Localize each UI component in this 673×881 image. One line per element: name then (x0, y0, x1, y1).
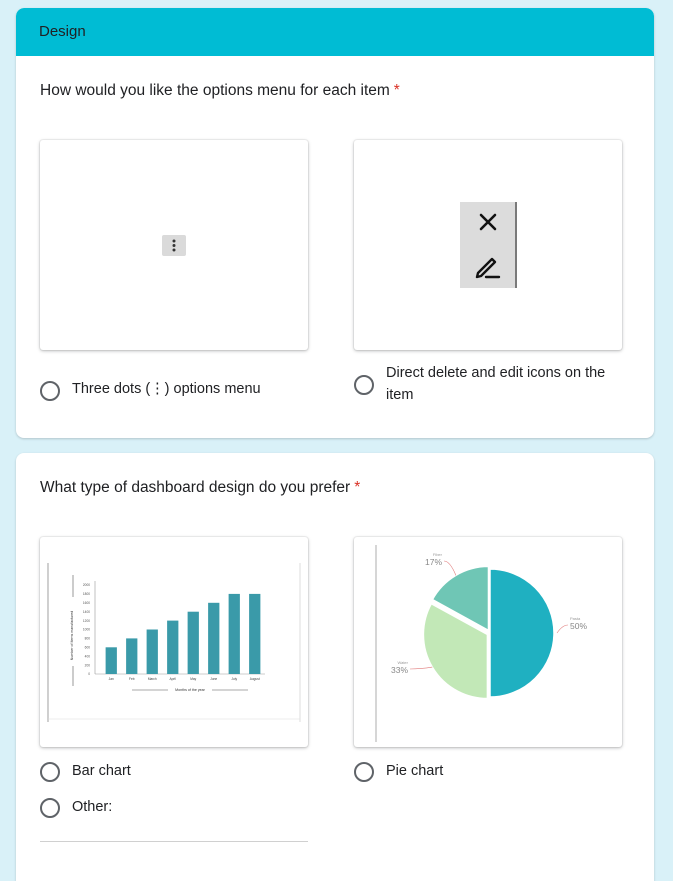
x-tick-label: March (148, 677, 157, 681)
bar-chart: 0 200 400 600 800 1000 1200 1400 1600 1800 2000 Jan… (47, 563, 301, 722)
option-label-other: Other: (72, 799, 113, 815)
section-title: Design (39, 23, 86, 40)
required-marker: * (354, 479, 361, 496)
option-label-pie-chart: Pie chart (386, 763, 444, 779)
bar (228, 593, 240, 674)
y-tick-label: 600 (85, 646, 91, 650)
x-tick-label: August (250, 677, 260, 681)
y-axis-title: Number of Items manufactured (70, 611, 74, 661)
bar (167, 620, 179, 674)
y-tick-label: 2000 (83, 583, 90, 587)
y-tick-label: 1000 (83, 628, 90, 632)
y-tick-label: 200 (85, 663, 91, 667)
y-tick-label: 1400 (83, 610, 90, 614)
bar (249, 593, 261, 674)
bar (187, 611, 199, 674)
radio-other[interactable] (40, 798, 60, 818)
pie-slice (489, 568, 555, 698)
icon-panel (460, 202, 517, 288)
option-image-three-dots[interactable] (40, 140, 308, 350)
required-marker: * (393, 82, 400, 99)
x-tick-label: Jan (109, 677, 114, 681)
x-tick-label: April (170, 677, 177, 681)
pencil-icon (475, 257, 501, 279)
y-tick-label: 0 (88, 672, 90, 676)
pie-slice-value: 17% (425, 557, 442, 567)
option-label-three-dots: Three dots (⋮) options menu (72, 381, 261, 397)
y-tick-label: 1600 (83, 601, 90, 605)
x-tick-label: June (210, 677, 217, 681)
radio-bar-chart[interactable] (40, 762, 60, 782)
question-title-dashboard-design: What type of dashboard design do you pre… (40, 479, 361, 496)
radio-delete-edit-icons[interactable] (354, 375, 374, 395)
radio-three-dots[interactable] (40, 381, 60, 401)
x-tick-label: Feb (129, 677, 135, 681)
option-image-bar-chart[interactable]: 0 200 400 600 800 1000 1200 1400 1600 1800 2000 Jan… (40, 537, 308, 747)
other-text-input[interactable] (40, 841, 308, 842)
pie-leader-line (556, 624, 569, 634)
pie-slice-value: 33% (391, 665, 408, 675)
close-icon (479, 213, 497, 231)
question-card-dashboard: What type of dashboard design do you pre… (16, 453, 654, 881)
bar (105, 647, 117, 674)
pie-leader-line (409, 666, 433, 670)
pie-leader-line (443, 560, 457, 576)
option-image-pie-chart[interactable]: Pasta 50% Water 33% Fiber 17% (354, 537, 622, 747)
option-image-delete-edit-icons[interactable] (354, 140, 622, 350)
bar (146, 629, 158, 674)
bar (208, 602, 220, 674)
y-tick-label: 1800 (83, 592, 90, 596)
y-tick-label: 800 (85, 637, 91, 641)
vertical-dots-icon (162, 235, 186, 256)
option-label-bar-chart: Bar chart (72, 763, 131, 779)
y-tick-label: 400 (85, 654, 91, 658)
radio-pie-chart[interactable] (354, 762, 374, 782)
x-tick-label: May (190, 677, 196, 681)
pie-slice-value: 50% (570, 621, 587, 631)
y-tick-label: 1200 (83, 619, 90, 623)
bar (126, 638, 138, 674)
question-title-options-menu: How would you like the options menu for … (40, 82, 400, 99)
pie-chart: Pasta50%Water33%Fiber17% (375, 545, 587, 742)
x-tick-label: July (231, 677, 237, 681)
x-axis-title: Months of the year (175, 688, 206, 692)
section-header: Design (16, 8, 654, 56)
option-label-delete-edit-icons: Direct delete and edit icons on the item (386, 365, 606, 403)
section-card-design: Design How would you like the options me… (16, 8, 654, 438)
